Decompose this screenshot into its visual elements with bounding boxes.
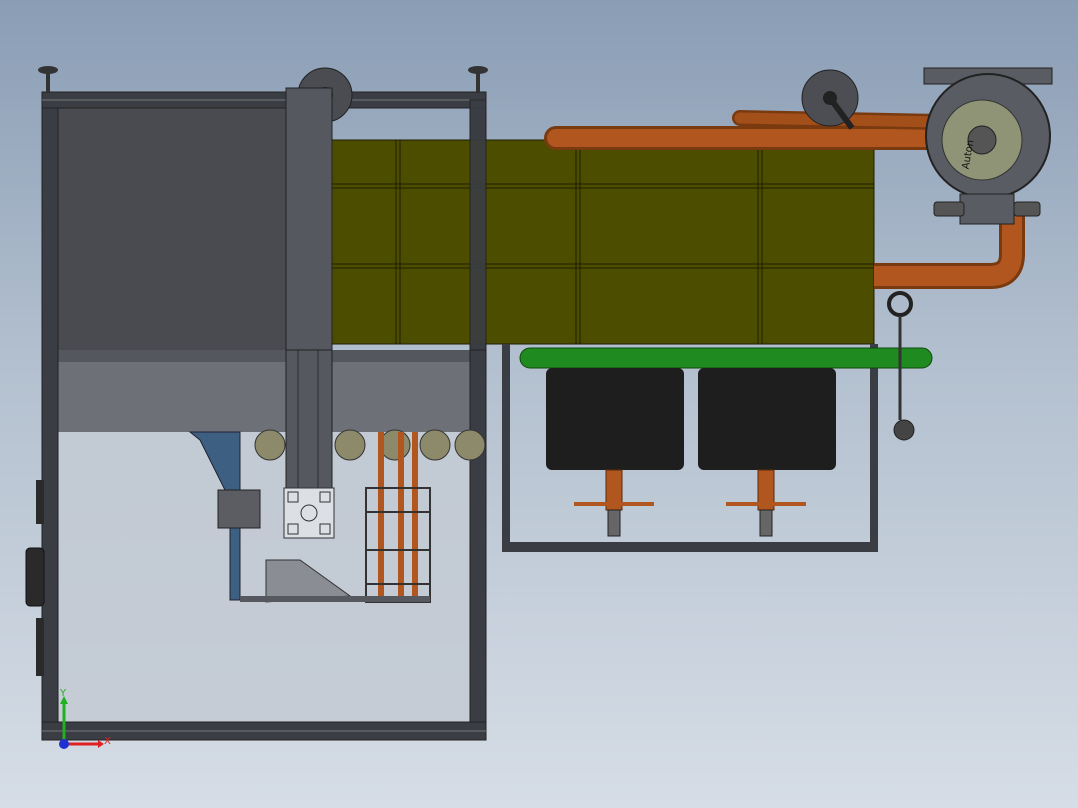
frame-post-center-upper bbox=[285, 87, 333, 351]
filter-canister bbox=[698, 368, 836, 470]
green-pipe bbox=[519, 347, 933, 369]
frame-post-left bbox=[41, 91, 59, 741]
cad-viewport[interactable]: Auton X Y bbox=[0, 0, 1078, 808]
band-top-rail bbox=[58, 350, 478, 362]
pump-outlet-block bbox=[959, 193, 1015, 225]
z-axis-dot bbox=[59, 739, 69, 749]
stand-leg-right bbox=[870, 344, 878, 552]
x-axis-label: X bbox=[104, 736, 111, 747]
leveling-foot bbox=[468, 66, 488, 92]
filter-canister bbox=[546, 368, 684, 470]
frame-post-right-upper bbox=[469, 99, 487, 351]
stand-leg-left bbox=[502, 344, 510, 552]
side-handle bbox=[36, 480, 44, 524]
y-axis-label: Y bbox=[59, 688, 67, 699]
grey-band bbox=[58, 360, 478, 432]
control-box bbox=[25, 547, 45, 607]
upper-dark-panel bbox=[58, 106, 288, 350]
side-handle bbox=[36, 618, 44, 676]
leveling-foot bbox=[38, 66, 58, 92]
drain-valve bbox=[726, 469, 806, 537]
pump-assembly[interactable]: Auton bbox=[923, 67, 1053, 225]
copper-rod bbox=[378, 432, 384, 602]
copper-rod bbox=[398, 432, 404, 602]
pump-fitting bbox=[1013, 201, 1041, 217]
copper-rod bbox=[412, 432, 418, 602]
pump-fitting bbox=[933, 201, 965, 217]
cad-model-drawing[interactable]: Auton X Y bbox=[0, 0, 1078, 808]
drain-valve bbox=[574, 469, 654, 537]
motor-block bbox=[217, 489, 261, 529]
stand-base bbox=[502, 542, 878, 552]
base-rail bbox=[240, 596, 430, 602]
extrusion-profile bbox=[283, 487, 335, 539]
tank-body bbox=[331, 139, 875, 345]
